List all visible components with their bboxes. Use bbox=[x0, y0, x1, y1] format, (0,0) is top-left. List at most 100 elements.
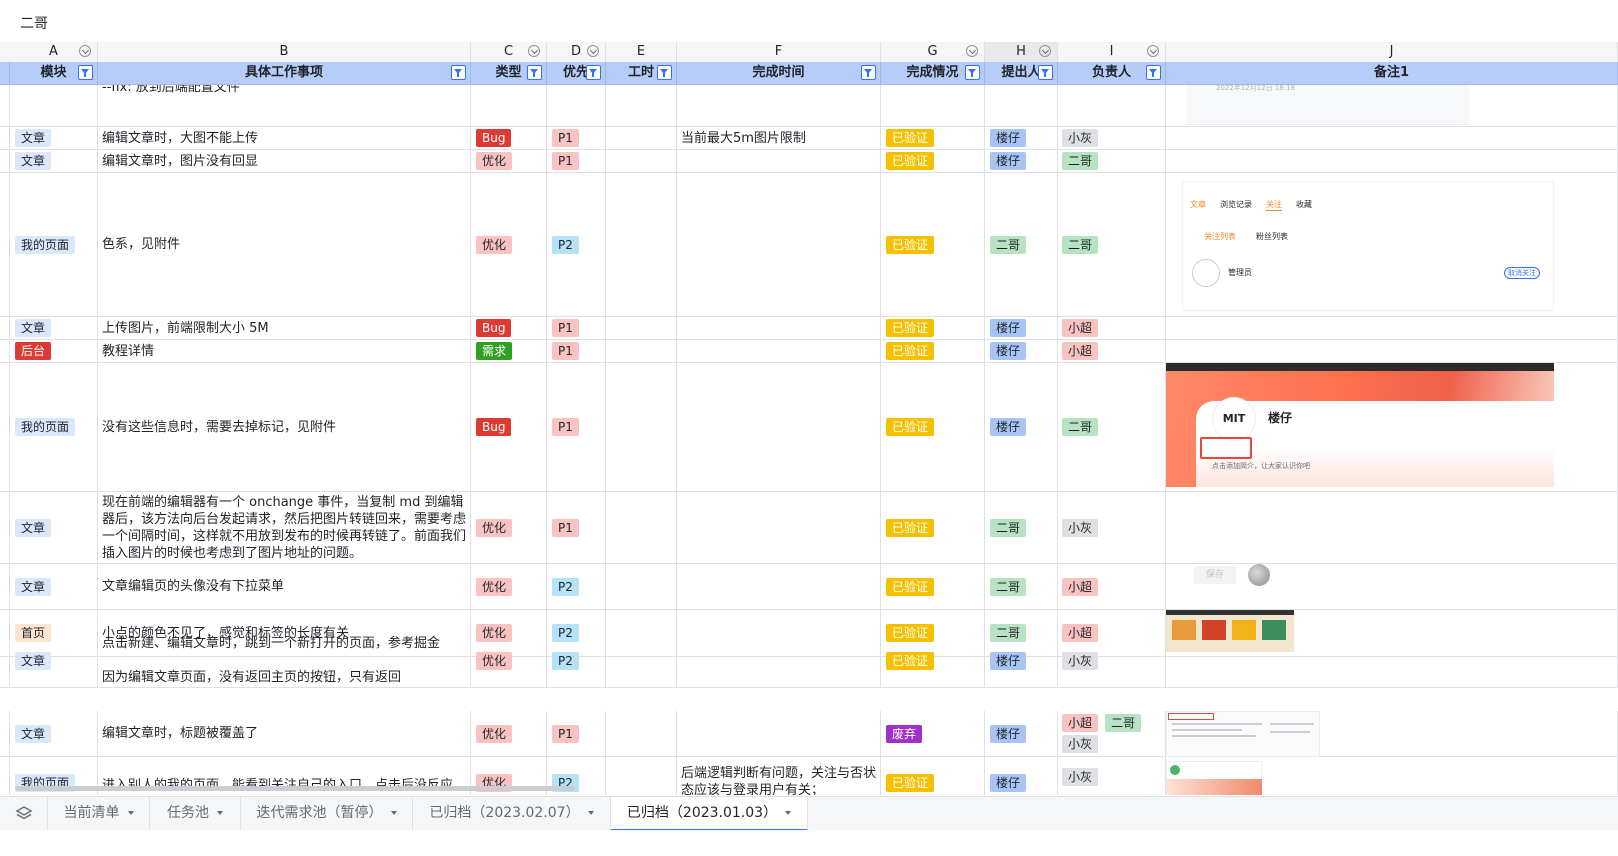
cell-e[interactable] bbox=[606, 757, 677, 795]
column-letter-f[interactable]: F bbox=[677, 42, 881, 62]
cell-g[interactable]: 已验证 bbox=[881, 363, 985, 491]
header-e[interactable]: 工时 bbox=[606, 62, 677, 84]
cell-e[interactable] bbox=[606, 564, 677, 609]
cell-e[interactable] bbox=[606, 363, 677, 491]
cell-c[interactable]: Bug bbox=[471, 127, 547, 149]
formula-bar-value[interactable]: 二哥 bbox=[20, 13, 48, 33]
header-b[interactable]: 具体工作事项 bbox=[98, 62, 471, 84]
cell-i[interactable]: 小超 bbox=[1058, 317, 1166, 339]
cell-g[interactable]: 已验证 bbox=[881, 340, 985, 362]
cell-a[interactable] bbox=[10, 85, 98, 126]
cell-i[interactable]: 小灰 bbox=[1058, 492, 1166, 563]
cell-h[interactable]: 二哥 bbox=[985, 564, 1058, 609]
cell-f[interactable] bbox=[677, 634, 881, 687]
cell-b[interactable]: 上传图片，前端限制大小 5M bbox=[98, 317, 471, 339]
cell-h[interactable] bbox=[985, 85, 1058, 126]
row-gutter[interactable] bbox=[0, 317, 10, 339]
cell-b[interactable]: 编辑文章时，大图不能上传 bbox=[98, 127, 471, 149]
header-h[interactable]: 提出人 bbox=[985, 62, 1058, 84]
header-j[interactable]: 备注1 bbox=[1166, 62, 1618, 84]
row-gutter[interactable] bbox=[0, 150, 10, 172]
attachment-editor-thumb[interactable] bbox=[1166, 711, 1320, 757]
cell-g[interactable]: 已验证 bbox=[881, 757, 985, 795]
cell-i[interactable]: 二哥 bbox=[1058, 173, 1166, 316]
cell-i[interactable]: 二哥 bbox=[1058, 150, 1166, 172]
header-c[interactable]: 类型 bbox=[471, 62, 547, 84]
cell-j[interactable] bbox=[1166, 150, 1618, 172]
cell-h[interactable]: 二哥 bbox=[985, 492, 1058, 563]
cell-i[interactable] bbox=[1058, 85, 1166, 126]
chevron-down-icon[interactable] bbox=[217, 811, 223, 815]
chevron-down-icon[interactable] bbox=[127, 811, 134, 815]
column-letter-e[interactable]: E bbox=[606, 42, 677, 62]
cell-g[interactable]: 已验证 bbox=[881, 150, 985, 172]
attachment-follow-page[interactable]: 文章 浏览记录 关注 收藏 关注列表 粉丝列表 管理员 取消关注 bbox=[1182, 181, 1554, 311]
cell-e[interactable] bbox=[606, 150, 677, 172]
cell-e[interactable] bbox=[606, 317, 677, 339]
cell-d[interactable] bbox=[547, 85, 606, 126]
cell-c[interactable]: 优化 bbox=[471, 564, 547, 609]
cell-c[interactable]: 优化 bbox=[471, 173, 547, 316]
cell-i[interactable]: 二哥 bbox=[1058, 363, 1166, 491]
column-letter-d[interactable]: D bbox=[547, 42, 606, 62]
cell-h[interactable]: 楼仔 bbox=[985, 340, 1058, 362]
attachment-save-avatar[interactable]: 保存 bbox=[1194, 564, 1304, 588]
cell-j[interactable] bbox=[1166, 317, 1618, 339]
attachment-other-profile-thumb[interactable] bbox=[1166, 761, 1262, 795]
cell-a[interactable]: 文章 bbox=[10, 634, 98, 687]
cell-c[interactable]: 优化 bbox=[471, 150, 547, 172]
cell-e[interactable] bbox=[606, 340, 677, 362]
sheet-tab-2[interactable]: 迭代需求池（暂停） bbox=[241, 797, 413, 831]
cell-g[interactable] bbox=[881, 85, 985, 126]
header-g[interactable]: 完成情况 bbox=[881, 62, 985, 84]
sheet-tab-3[interactable]: 已归档（2023.02.07） bbox=[413, 797, 611, 831]
column-menu-icon[interactable] bbox=[1147, 45, 1159, 57]
cell-i[interactable]: 小超 bbox=[1058, 340, 1166, 362]
cell-f[interactable] bbox=[677, 85, 881, 126]
attachment-profile-header[interactable]: MIT 楼仔 点击添加简介，让大家认识你吧 bbox=[1166, 363, 1554, 487]
attachment-homepage-thumb[interactable] bbox=[1166, 610, 1294, 652]
cell-g[interactable]: 已验证 bbox=[881, 317, 985, 339]
column-menu-icon[interactable] bbox=[966, 45, 978, 57]
header-f[interactable]: 完成时间 bbox=[677, 62, 881, 84]
cell-j[interactable] bbox=[1166, 127, 1618, 149]
cell-f[interactable]: 后端逻辑判断有问题，关注与否状态应该与登录用户有关； bbox=[677, 757, 881, 795]
cell-f[interactable] bbox=[677, 711, 881, 756]
cell-c[interactable]: Bug bbox=[471, 363, 547, 491]
filter-icon[interactable] bbox=[78, 65, 93, 80]
cell-b[interactable]: 教程详情 bbox=[98, 340, 471, 362]
cell-c[interactable]: 需求 bbox=[471, 340, 547, 362]
cell-f[interactable] bbox=[677, 340, 881, 362]
attachment-partial[interactable]: 2022年12月12日 18:18 bbox=[1186, 85, 1469, 125]
cell-d[interactable]: P1 bbox=[547, 711, 606, 756]
cell-h[interactable]: 楼仔 bbox=[985, 634, 1058, 687]
formula-bar[interactable]: 二哥 bbox=[0, 0, 1618, 43]
cell-c[interactable]: 优化 bbox=[471, 492, 547, 563]
cell-f[interactable] bbox=[677, 492, 881, 563]
row-gutter[interactable] bbox=[0, 340, 10, 362]
cell-a[interactable]: 后台 bbox=[10, 340, 98, 362]
cell-e[interactable] bbox=[606, 634, 677, 687]
row-gutter[interactable] bbox=[0, 711, 10, 756]
cell-d[interactable]: P1 bbox=[547, 340, 606, 362]
row-gutter[interactable] bbox=[0, 492, 10, 563]
cell-f[interactable] bbox=[677, 564, 881, 609]
filter-icon[interactable] bbox=[657, 65, 672, 80]
cell-d[interactable]: P2 bbox=[547, 564, 606, 609]
column-menu-icon[interactable] bbox=[587, 45, 599, 57]
cell-h[interactable]: 楼仔 bbox=[985, 757, 1058, 795]
column-letter-c[interactable]: C bbox=[471, 42, 547, 62]
row-gutter[interactable] bbox=[0, 363, 10, 491]
cell-d[interactable]: P1 bbox=[547, 317, 606, 339]
chevron-down-icon[interactable] bbox=[390, 811, 397, 815]
filter-icon[interactable] bbox=[451, 65, 466, 80]
cell-b[interactable]: 色系，见附件 bbox=[98, 173, 471, 316]
cell-e[interactable] bbox=[606, 492, 677, 563]
cell-b[interactable]: 点击新建、编辑文章时，跳到一个新打开的页面，参考掘金 因为编辑文章页面，没有返回… bbox=[98, 634, 471, 687]
cell-d[interactable]: P2 bbox=[547, 634, 606, 687]
row-gutter[interactable] bbox=[0, 173, 10, 316]
column-menu-icon[interactable] bbox=[1039, 45, 1051, 57]
column-letter-h[interactable]: H bbox=[985, 42, 1058, 62]
cell-f[interactable] bbox=[677, 173, 881, 316]
cell-h[interactable]: 楼仔 bbox=[985, 711, 1058, 756]
